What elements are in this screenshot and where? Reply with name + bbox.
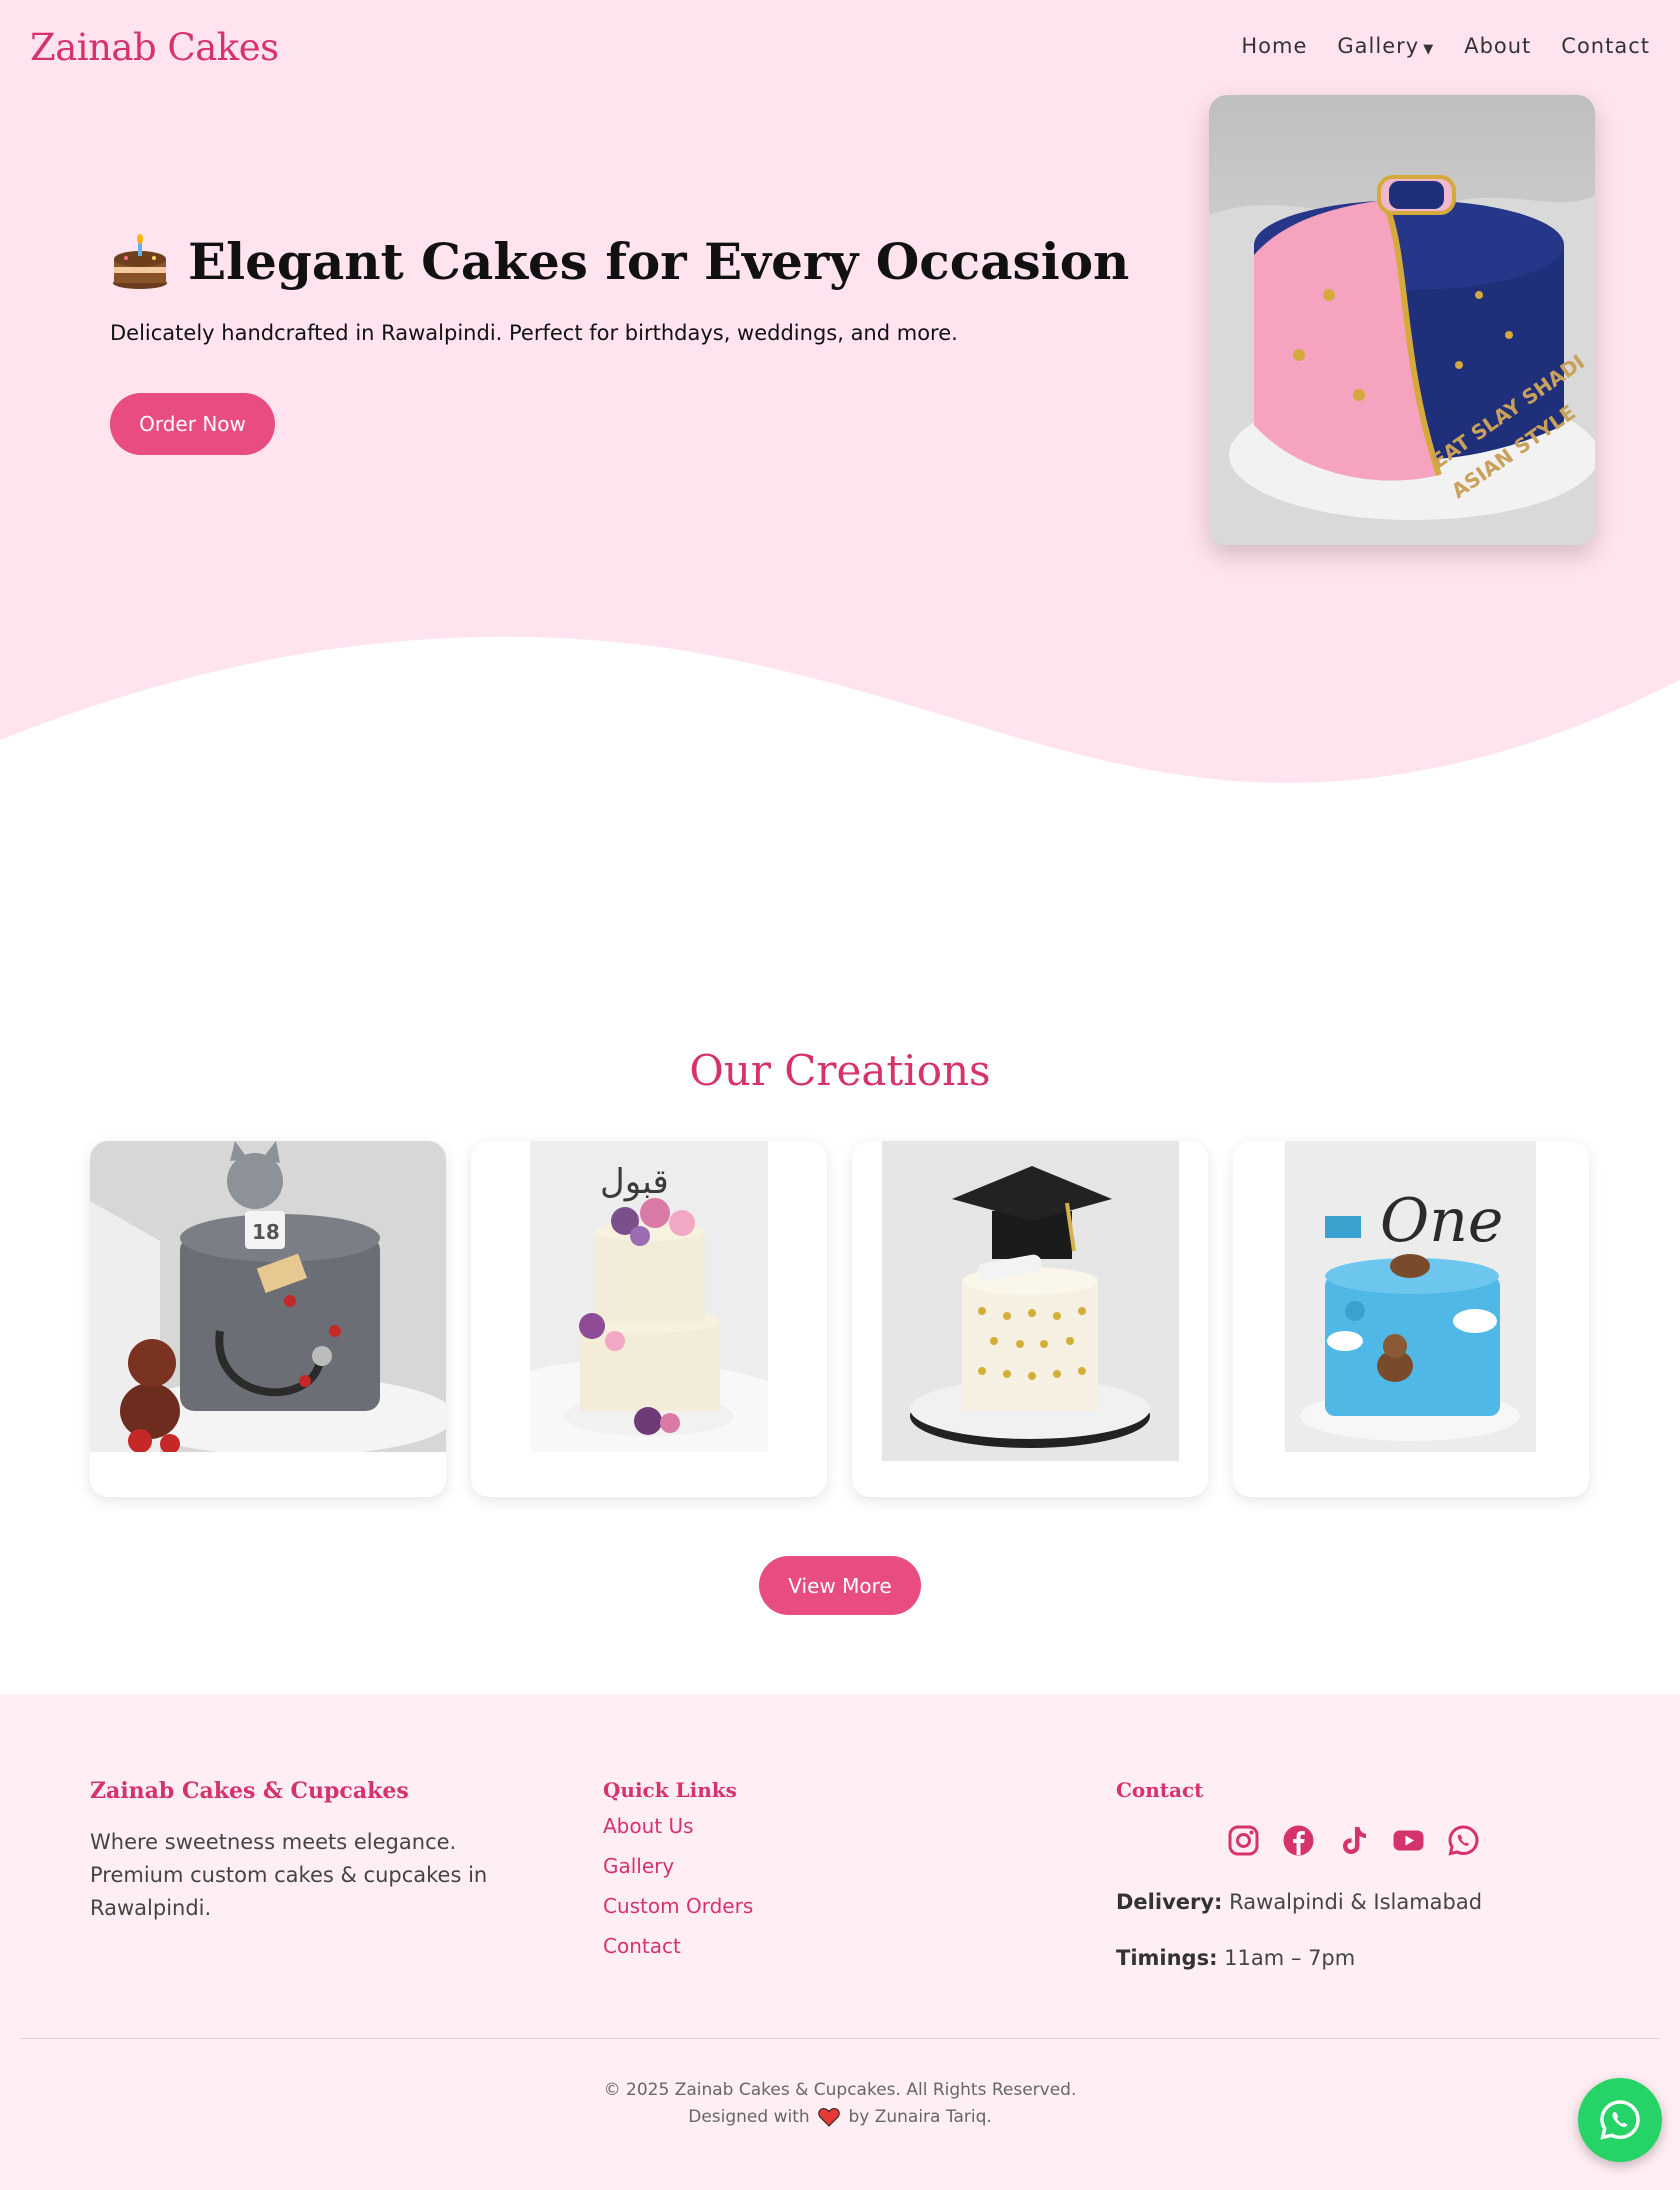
copyright-text: © 2025 Zainab Cakes & Cupcakes. All Righ… — [603, 2080, 1077, 2100]
timings-value: 11am – 7pm — [1224, 1946, 1356, 1970]
site-footer: Zainab Cakes & Cupcakes Where sweetness … — [0, 1694, 1680, 2190]
footer-link-custom-orders[interactable]: Custom Orders — [603, 1894, 753, 1918]
footer-contact-column: Contact — [1116, 1778, 1203, 1802]
whatsapp-icon[interactable] — [1447, 1824, 1480, 1857]
hero-cake-photo: EAT SLAY SHADI ASIAN STYLE — [1209, 95, 1595, 545]
nav-home[interactable]: Home — [1241, 34, 1307, 58]
footer-link-about[interactable]: About Us — [603, 1814, 694, 1838]
creation-image: 18 — [90, 1141, 446, 1452]
creation-image — [882, 1141, 1179, 1461]
nav-about[interactable]: About — [1464, 34, 1531, 58]
whatsapp-float-button[interactable] — [1578, 2078, 1662, 2162]
youtube-icon[interactable] — [1392, 1824, 1425, 1857]
delivery-label: Delivery: — [1116, 1890, 1223, 1914]
hero-title: Elegant Cakes for Every Occasion — [110, 232, 1129, 291]
chevron-down-icon: ▼ — [1423, 42, 1435, 57]
view-more-button[interactable]: View More — [759, 1556, 921, 1615]
designed-suffix: by Zunaira Tariq. — [848, 2107, 992, 2127]
hero-subtitle: Delicately handcrafted in Rawalpindi. Pe… — [110, 321, 958, 345]
instagram-icon[interactable] — [1227, 1824, 1260, 1857]
quick-links-list: About Us Gallery Custom Orders Contact — [603, 1814, 753, 1974]
hero-title-text: Elegant Cakes for Every Occasion — [188, 232, 1130, 291]
site-logo[interactable]: Zainab Cakes — [30, 26, 279, 69]
whatsapp-icon — [1600, 2100, 1640, 2140]
footer-link-gallery[interactable]: Gallery — [603, 1854, 674, 1878]
footer-brand-column: Zainab Cakes & Cupcakes Where sweetness … — [90, 1778, 520, 1925]
creations-title: Our Creations — [689, 1046, 991, 1095]
timings-info: Timings: 11am – 7pm — [1116, 1946, 1355, 1970]
saree-cake-image: EAT SLAY SHADI ASIAN STYLE — [1209, 95, 1595, 545]
facebook-icon[interactable] — [1282, 1824, 1315, 1857]
creation-card-floral[interactable]: قبول — [471, 1141, 827, 1497]
footer-quick-links-column: Quick Links About Us Gallery Custom Orde… — [603, 1778, 753, 1974]
creation-card-graduation[interactable] — [852, 1141, 1208, 1497]
timings-label: Timings: — [1116, 1946, 1218, 1970]
birthday-cake-icon — [113, 233, 167, 289]
designed-prefix: Designed with — [688, 2107, 810, 2127]
main-nav: Home Gallery ▼ About Contact — [1241, 34, 1650, 58]
nav-gallery[interactable]: Gallery ▼ — [1337, 34, 1434, 58]
order-now-button[interactable]: Order Now — [110, 393, 275, 455]
cake-number-topper: 18 — [252, 1220, 280, 1244]
nav-contact[interactable]: Contact — [1561, 34, 1650, 58]
nav-gallery-label: Gallery — [1337, 34, 1420, 58]
footer-link-contact[interactable]: Contact — [603, 1934, 681, 1958]
creation-image: One — [1285, 1141, 1536, 1452]
cake-arabic-topper: قبول — [600, 1162, 669, 1202]
creation-image: قبول — [530, 1141, 768, 1452]
cake-one-topper: One — [1380, 1186, 1503, 1256]
footer-description: Where sweetness meets elegance. Premium … — [90, 1830, 488, 1920]
quick-links-title: Quick Links — [603, 1778, 737, 1802]
footer-brand-title: Zainab Cakes & Cupcakes — [90, 1778, 409, 1804]
hero-section: Zainab Cakes Home Gallery ▼ About Contact… — [0, 0, 1680, 790]
delivery-info: Delivery: Rawalpindi & Islamabad — [1116, 1890, 1482, 1914]
designer-credit: Designed with by Zunaira Tariq. — [0, 2107, 1680, 2127]
heart-icon — [818, 2108, 840, 2127]
contact-title: Contact — [1116, 1778, 1204, 1802]
creation-card-doctor[interactable]: 18 — [90, 1141, 446, 1497]
social-icons — [1227, 1824, 1480, 1857]
tiktok-icon[interactable] — [1337, 1824, 1370, 1857]
creation-card-first-birthday[interactable]: One — [1233, 1141, 1589, 1497]
delivery-value: Rawalpindi & Islamabad — [1229, 1890, 1483, 1914]
footer-divider — [20, 2038, 1660, 2039]
